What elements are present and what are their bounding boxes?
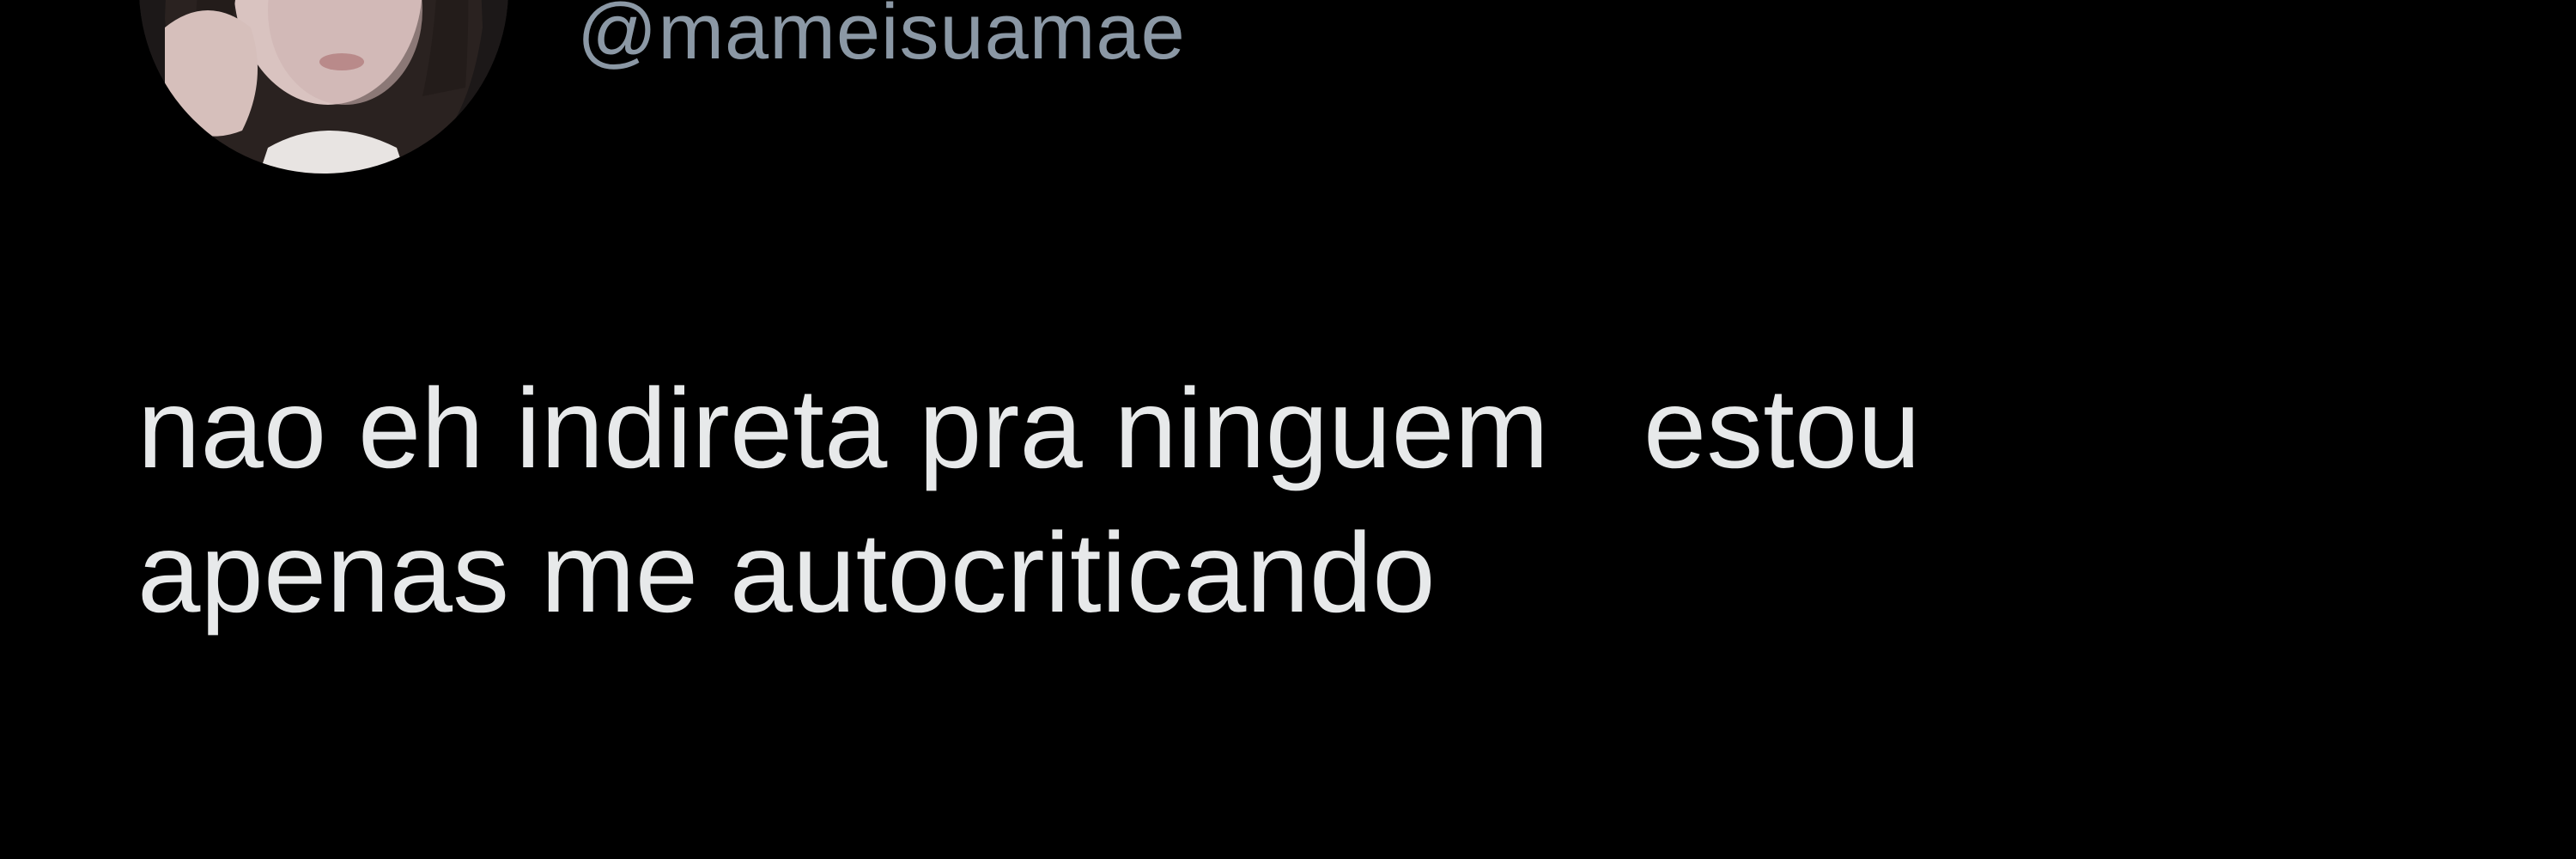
tweet-text-line: nao eh indireta pra ninguem estou [137, 365, 1921, 491]
tweet-card: @mameisuamae nao eh indireta pra ninguem… [0, 0, 2576, 859]
avatar[interactable] [139, 0, 508, 174]
profile-photo-icon [139, 0, 508, 174]
tweet-text-line: apenas me autocriticando [137, 509, 1436, 636]
user-handle[interactable]: @mameisuamae [577, 0, 1186, 79]
tweet-text: nao eh indireta pra ninguem estou apenas… [137, 356, 2507, 645]
